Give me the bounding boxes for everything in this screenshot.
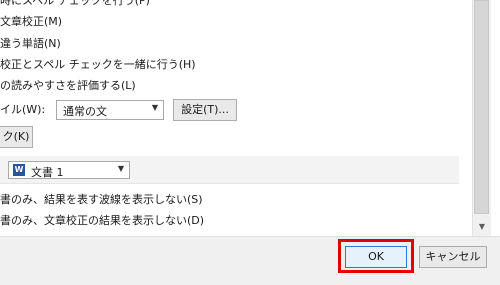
option-check-grammar-with-spelling[interactable]: 校正とスペル チェックを一緒に行う(H) bbox=[0, 58, 196, 72]
recheck-document-button[interactable]: ク(K) bbox=[0, 126, 33, 148]
exceptions-row: W 文書 1 ▼ bbox=[0, 156, 459, 184]
scrollbar-thumb[interactable] bbox=[474, 0, 489, 214]
option-mark-grammar-errors[interactable]: 文章校正(M) bbox=[0, 15, 62, 29]
exceptions-document-value: 文書 1 bbox=[31, 166, 64, 179]
writing-style-select[interactable]: 通常の文 ▼ bbox=[56, 100, 164, 120]
option-check-spelling-while-typing[interactable]: 時にスペル チェックを行う(P) bbox=[0, 0, 150, 8]
option-hide-spelling-errors[interactable]: 書のみ、結果を表す波線を表示しない(S) bbox=[0, 193, 203, 207]
word-options-dialog: 時にスペル チェックを行う(P) 文章校正(M) 違う単語(N) 校正とスペル … bbox=[0, 0, 500, 285]
ok-button[interactable]: OK bbox=[345, 246, 407, 268]
option-frequently-confused-words[interactable]: 違う単語(N) bbox=[0, 37, 61, 51]
cancel-button[interactable]: キャンセル bbox=[419, 246, 487, 268]
proofing-panel: 時にスペル チェックを行う(P) 文章校正(M) 違う単語(N) 校正とスペル … bbox=[0, 0, 470, 236]
word-document-icon: W bbox=[13, 164, 25, 176]
chevron-down-icon: ▼ bbox=[117, 164, 124, 173]
scroll-down-icon[interactable]: ▼ bbox=[473, 218, 491, 236]
writing-style-value: 通常の文 bbox=[63, 105, 107, 118]
option-show-readability[interactable]: の読みやすさを評価する(L) bbox=[0, 79, 136, 93]
settings-button[interactable]: 設定(T)... bbox=[173, 99, 237, 121]
chevron-down-icon: ▼ bbox=[151, 103, 158, 112]
exceptions-document-select[interactable]: W 文書 1 ▼ bbox=[8, 161, 130, 179]
writing-style-label: イル(W): bbox=[0, 103, 46, 116]
option-hide-grammar-errors[interactable]: 書のみ、文章校正の結果を表示しない(D) bbox=[0, 214, 204, 228]
vertical-scrollbar[interactable]: ▼ bbox=[472, 0, 491, 236]
